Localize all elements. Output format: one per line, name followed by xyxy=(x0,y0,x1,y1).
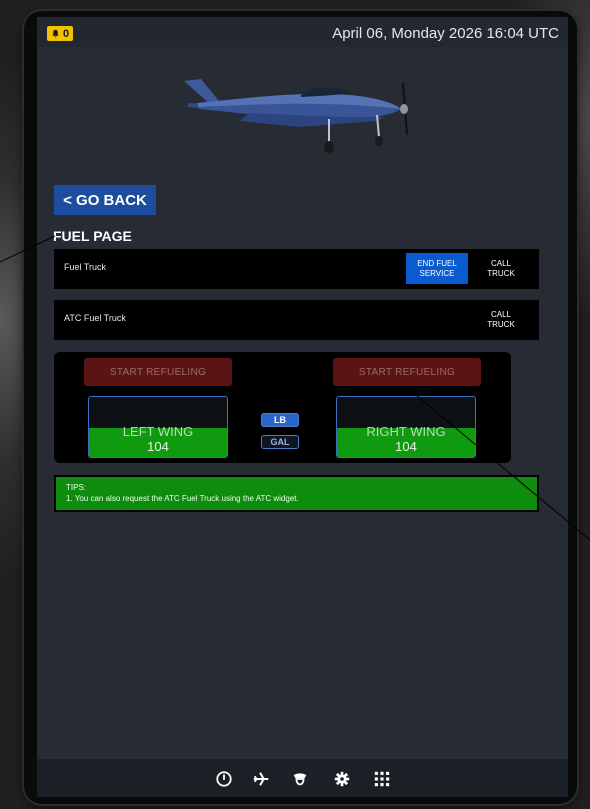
aircraft-image xyxy=(179,73,419,163)
left-wing-label: LEFT WING xyxy=(122,424,194,439)
notification-count: 0 xyxy=(63,27,70,40)
right-wing-label: RIGHT WING xyxy=(366,424,446,439)
atc-call-truck-line1: CALL xyxy=(490,309,511,319)
airplane-icon[interactable] xyxy=(251,769,271,789)
right-start-refueling-button[interactable]: START REFUELING xyxy=(333,358,481,386)
atc-fuel-truck-label: ATC Fuel Truck xyxy=(64,313,126,323)
atc-call-truck-line2: TRUCK xyxy=(487,319,515,329)
unit-lb-toggle[interactable]: LB xyxy=(261,413,299,427)
tips-line: 1. You can also request the ATC Fuel Tru… xyxy=(66,494,299,503)
end-fuel-service-button[interactable]: END FUEL SERVICE xyxy=(406,253,468,284)
gear-icon[interactable] xyxy=(332,769,352,789)
left-wing-gauge: LEFT WING 104 xyxy=(88,396,228,458)
pilot-icon[interactable] xyxy=(290,769,310,789)
end-fuel-service-line2: SERVICE xyxy=(419,268,455,278)
atc-call-truck-button[interactable]: CALL TRUCK xyxy=(476,304,526,335)
left-wing-value: 104 xyxy=(147,439,169,454)
end-fuel-service-line1: END FUEL xyxy=(417,258,457,268)
right-wing-value: 104 xyxy=(395,439,417,454)
grid-icon[interactable] xyxy=(372,769,392,789)
date-time: April 06, Monday 2026 16:04 UTC xyxy=(332,25,559,42)
bottom-nav-bar xyxy=(37,759,568,797)
atc-fuel-truck-row: ATC Fuel Truck CALL TRUCK xyxy=(54,300,539,340)
fuel-truck-label: Fuel Truck xyxy=(64,262,107,272)
refuel-panel: START REFUELING START REFUELING LEFT WIN… xyxy=(54,352,511,463)
call-truck-line1: CALL xyxy=(490,258,511,268)
fuel-truck-row: Fuel Truck END FUEL SERVICE CALL TRUCK xyxy=(54,249,539,289)
top-bar: 0 April 06, Monday 2026 16:04 UTC xyxy=(37,17,568,47)
go-back-button[interactable]: < GO BACK xyxy=(54,185,156,215)
tips-box: TIPS: 1. You can also request the ATC Fu… xyxy=(54,475,539,512)
bell-icon xyxy=(52,29,59,38)
left-start-refueling-button[interactable]: START REFUELING xyxy=(84,358,232,386)
notification-badge[interactable]: 0 xyxy=(47,26,74,41)
tablet-screen: 0 April 06, Monday 2026 16:04 UTC < GO B… xyxy=(37,17,568,797)
right-wing-gauge: RIGHT WING 104 xyxy=(336,396,476,458)
tips-heading: TIPS: xyxy=(66,483,87,492)
call-truck-button[interactable]: CALL TRUCK xyxy=(476,253,526,284)
unit-gal-toggle[interactable]: GAL xyxy=(261,435,299,449)
call-truck-line2: TRUCK xyxy=(487,268,515,278)
page-title: FUEL PAGE xyxy=(53,228,132,244)
compass-icon[interactable] xyxy=(214,769,234,789)
